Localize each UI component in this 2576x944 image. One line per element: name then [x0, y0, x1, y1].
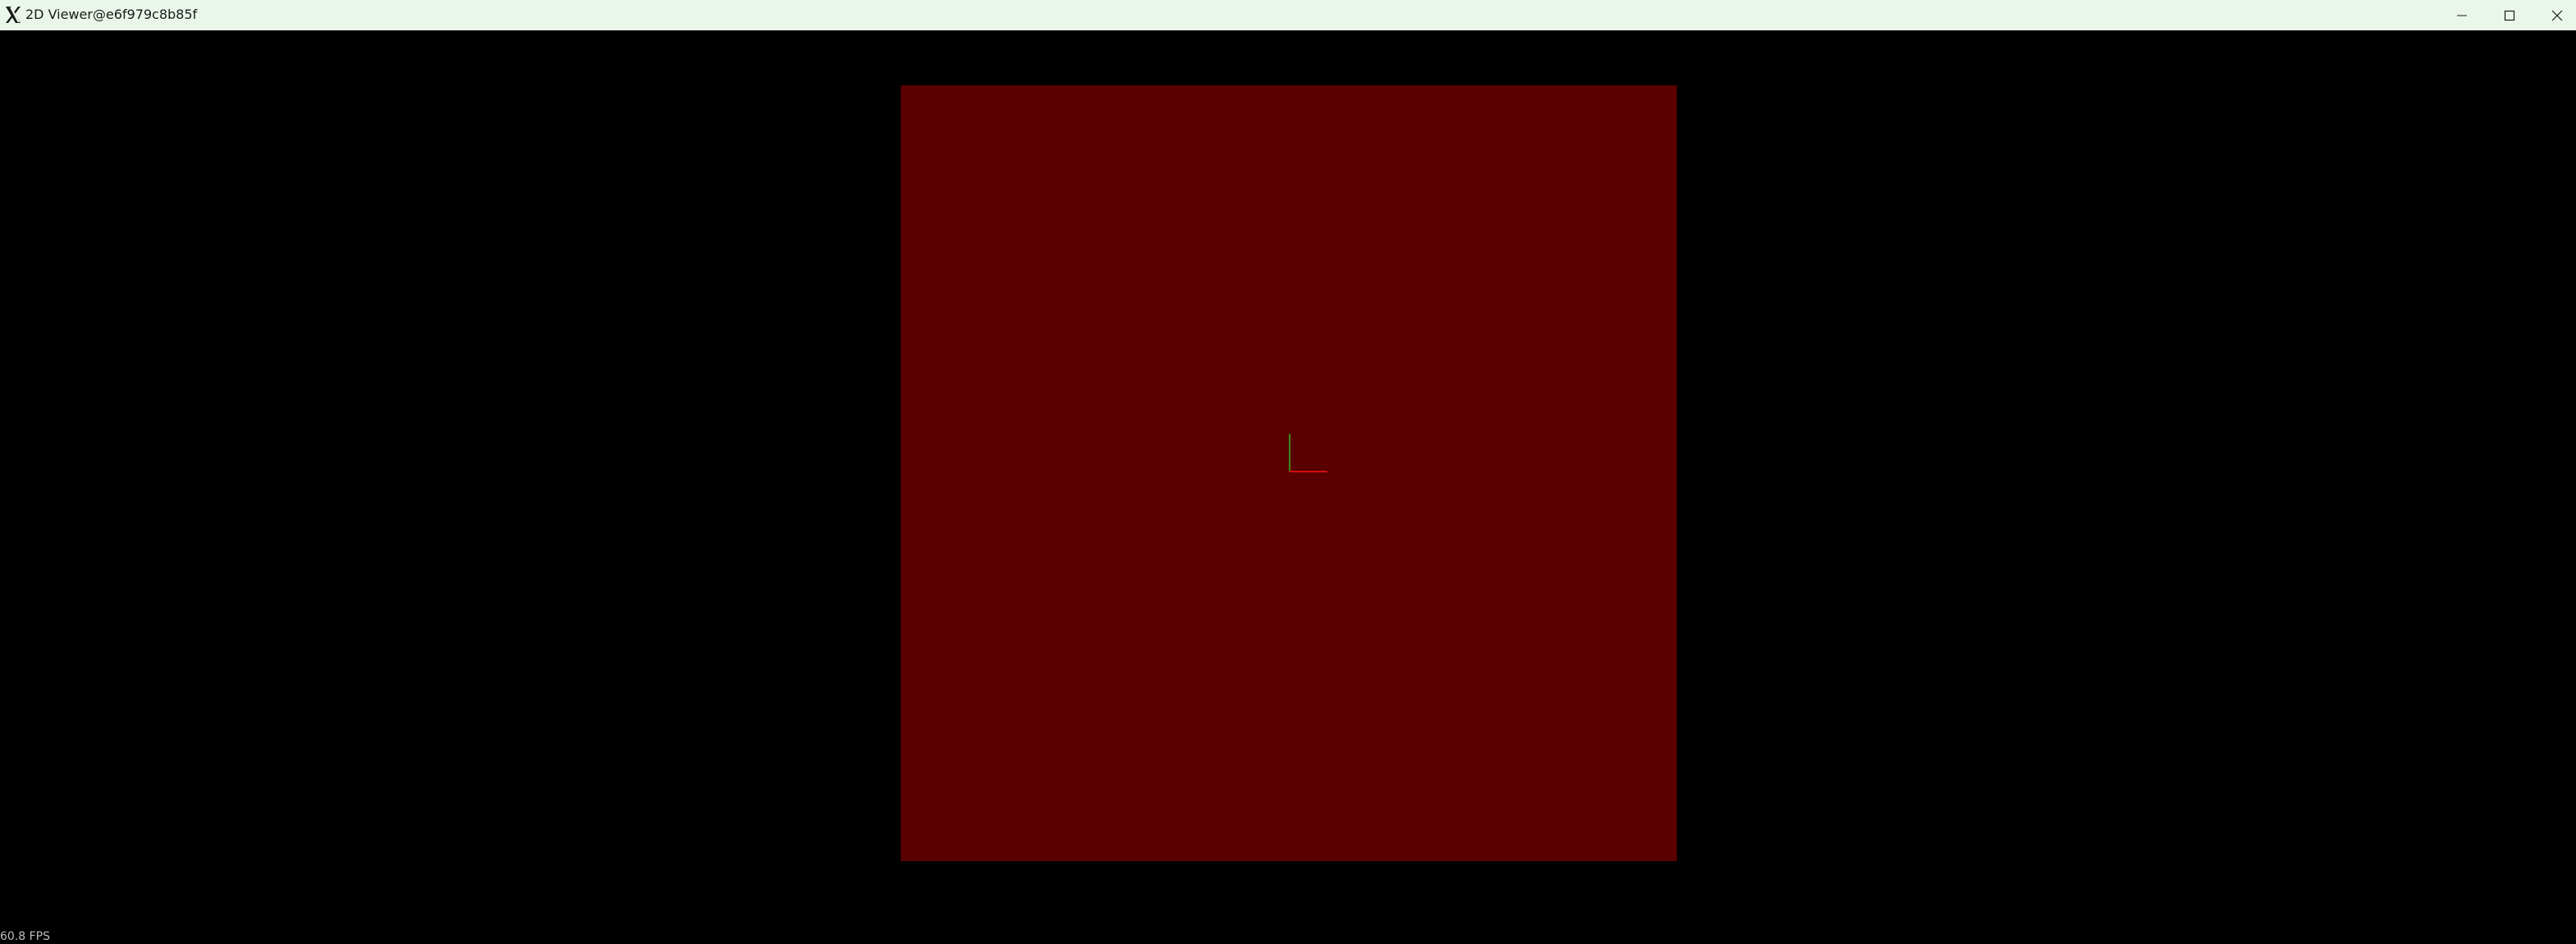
fps-counter: 60.8 FPS — [0, 930, 51, 943]
maximize-button[interactable] — [2486, 0, 2533, 30]
window-title: 2D Viewer@e6f979c8b85f — [25, 7, 198, 22]
maximize-icon — [2504, 10, 2515, 21]
close-button[interactable] — [2533, 0, 2576, 30]
minimize-button[interactable] — [2438, 0, 2486, 30]
minimize-icon — [2456, 10, 2468, 21]
render-viewport[interactable]: 60.8 FPS — [0, 30, 2576, 943]
x-logo-icon — [3, 5, 23, 25]
viewer-window: 2D Viewer@e6f979c8b85f 60.8 FPS — [0, 0, 2576, 943]
origin-axes — [1289, 434, 1327, 472]
title-bar[interactable]: 2D Viewer@e6f979c8b85f — [0, 0, 2576, 30]
close-icon — [2551, 10, 2563, 21]
